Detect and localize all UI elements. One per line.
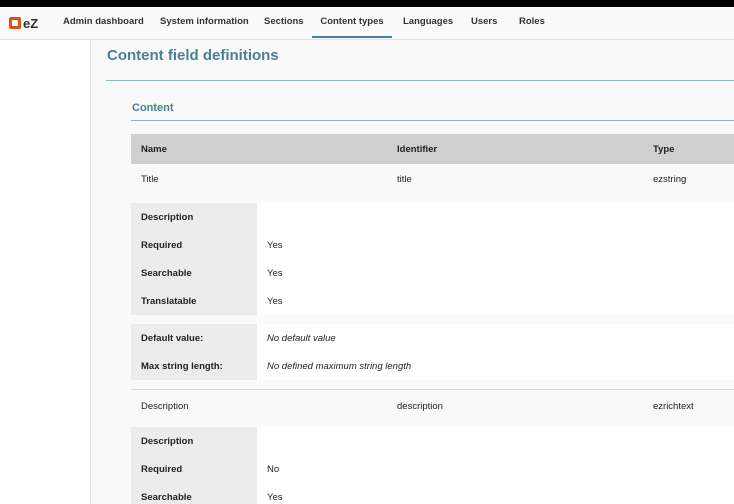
setting-label: Default value: <box>141 333 204 344</box>
property-translatable: Translatable Yes <box>131 287 734 315</box>
table-header: Name Identifier Type <box>131 134 734 164</box>
ez-logo[interactable]: eZ <box>9 15 39 31</box>
property-searchable: Searchable Yes <box>131 483 734 504</box>
property-description: Description <box>131 427 734 455</box>
column-header-name: Name <box>141 144 167 155</box>
property-label: Searchable <box>141 492 192 503</box>
setting-value: No defined maximum string length <box>267 361 412 372</box>
field-group-title: Content <box>132 102 174 114</box>
nav-users[interactable]: Users <box>471 7 497 38</box>
top-navigation: eZ Admin dashboard System information Se… <box>0 7 734 40</box>
admin-window: eZ Admin dashboard System information Se… <box>0 7 734 504</box>
property-value: Yes <box>267 268 283 279</box>
property-value: Yes <box>267 296 283 307</box>
nav-sections[interactable]: Sections <box>264 7 304 38</box>
property-required: Required Yes <box>131 231 734 259</box>
field-identifier: description <box>397 401 443 412</box>
page-title: Content field definitions <box>107 47 279 64</box>
setting-label: Max string length: <box>141 361 223 372</box>
field-properties: Description Required No Searchable Yes <box>131 427 734 504</box>
property-label: Required <box>141 240 183 251</box>
property-label: Required <box>141 464 183 475</box>
left-sidebar <box>0 40 91 504</box>
column-header-type: Type <box>653 144 675 155</box>
field-properties: Description Required Yes Searchable Yes … <box>131 203 734 315</box>
setting-max-string-length: Max string length: No defined maximum st… <box>131 352 734 380</box>
brand-name: eZ <box>23 15 39 31</box>
nav-roles[interactable]: Roles <box>519 7 545 38</box>
property-label: Translatable <box>141 296 197 307</box>
setting-default-value: Default value: No default value <box>131 324 734 352</box>
ez-logo-icon <box>9 17 21 29</box>
property-label: Searchable <box>141 268 192 279</box>
nav-content-types[interactable]: Content types <box>312 7 392 38</box>
row-divider <box>131 389 734 390</box>
property-value: No <box>267 464 280 475</box>
field-settings: Default value: No default value Max stri… <box>131 324 734 380</box>
property-searchable: Searchable Yes <box>131 259 734 287</box>
title-divider <box>106 80 734 81</box>
field-name: Title <box>141 174 159 185</box>
property-required: Required No <box>131 455 734 483</box>
field-row: Description description ezrichtext <box>131 391 734 419</box>
property-value: Yes <box>267 240 283 251</box>
nav-languages[interactable]: Languages <box>403 7 453 38</box>
field-type: ezstring <box>653 174 687 185</box>
setting-value: No default value <box>267 333 336 344</box>
field-name: Description <box>141 401 189 412</box>
field-row: Title title ezstring <box>131 164 734 192</box>
field-type: ezrichtext <box>653 401 694 412</box>
property-label: Description <box>141 212 194 223</box>
property-label: Description <box>141 436 194 447</box>
field-identifier: title <box>397 174 412 185</box>
property-value: Yes <box>267 492 283 503</box>
nav-system-information[interactable]: System information <box>160 7 249 38</box>
column-header-identifier: Identifier <box>397 144 438 155</box>
property-description: Description <box>131 203 734 231</box>
nav-admin-dashboard[interactable]: Admin dashboard <box>63 7 144 38</box>
group-divider <box>131 120 734 121</box>
main-content: Content field definitions Content Name I… <box>91 40 734 504</box>
